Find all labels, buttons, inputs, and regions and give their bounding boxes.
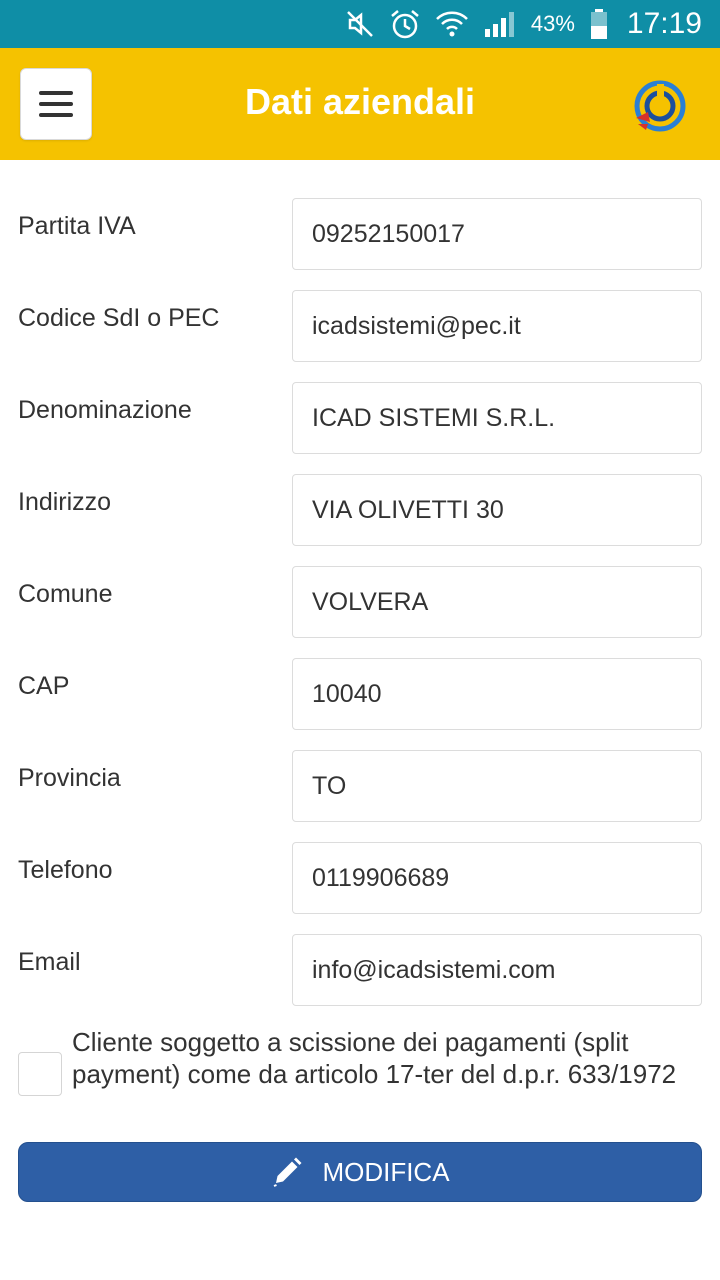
split-payment-checkbox[interactable] <box>18 1052 62 1096</box>
field-email: Email <box>0 934 720 1006</box>
codice-sdi-input[interactable] <box>292 290 702 362</box>
field-label: Provincia <box>18 764 121 792</box>
battery-percent: 43% <box>530 11 575 36</box>
field-label: Partita IVA <box>18 212 136 240</box>
modifica-button[interactable]: MODIFICA <box>18 1142 702 1202</box>
field-cap: CAP <box>0 658 720 730</box>
field-label: CAP <box>18 672 70 700</box>
field-label: Codice SdI o PEC <box>18 304 220 332</box>
pencil-icon <box>270 1155 304 1189</box>
field-codice-sdi: Codice SdI o PEC <box>0 290 720 362</box>
field-label: Telefono <box>18 856 113 884</box>
page-title: Dati aziendali <box>244 81 476 122</box>
status-bar: 43% 17:19 <box>0 0 720 48</box>
split-payment-label: Cliente soggetto a scissione dei pagamen… <box>72 1027 677 1089</box>
field-telefono: Telefono <box>0 842 720 914</box>
denominazione-input[interactable] <box>292 382 702 454</box>
battery-icon <box>589 8 609 40</box>
clock: 17:19 <box>626 7 702 40</box>
cap-input[interactable] <box>292 658 702 730</box>
field-comune: Comune <box>0 566 720 638</box>
menu-button[interactable] <box>20 68 92 140</box>
field-indirizzo: Indirizzo <box>0 474 720 546</box>
email-input[interactable] <box>292 934 702 1006</box>
field-label: Denominazione <box>18 396 192 424</box>
modifica-label: MODIFICA <box>322 1156 450 1187</box>
field-label: Email <box>18 948 81 976</box>
app-header: Dati aziendali <box>0 48 720 160</box>
field-provincia: Provincia <box>0 750 720 822</box>
alarm-icon <box>389 8 421 40</box>
comune-input[interactable] <box>292 566 702 638</box>
wifi-icon <box>435 9 469 39</box>
indirizzo-input[interactable] <box>292 474 702 546</box>
telefono-input[interactable] <box>292 842 702 914</box>
field-partita-iva: Partita IVA <box>0 198 720 270</box>
app-logo[interactable] <box>634 80 686 132</box>
signal-icon <box>483 9 517 39</box>
hamburger-icon <box>39 91 73 117</box>
field-denominazione: Denominazione <box>0 382 720 454</box>
field-label: Indirizzo <box>18 488 112 516</box>
provincia-input[interactable] <box>292 750 702 822</box>
mute-icon <box>345 9 375 39</box>
field-label: Comune <box>18 580 113 608</box>
partita-iva-input[interactable] <box>292 198 702 270</box>
